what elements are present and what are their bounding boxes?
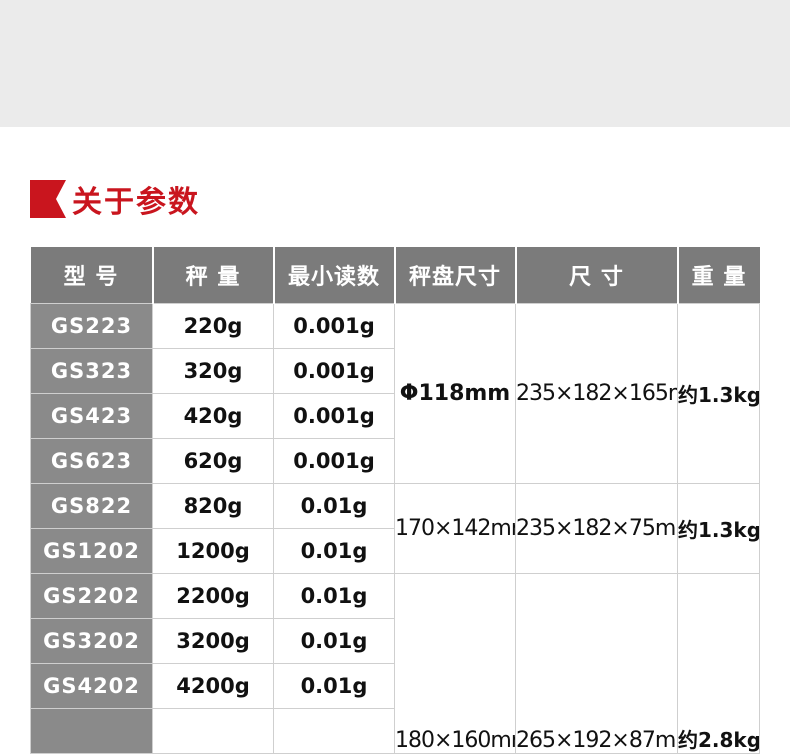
header-capacity: 秤 量 xyxy=(152,247,275,304)
table-row: GS2202 2200g 0.01g 180×160mm 265×192×87m… xyxy=(30,573,760,754)
pan-size-cell: 170×142mm xyxy=(394,483,516,574)
dimensions-cell: 235×182×165mm xyxy=(515,303,678,484)
readability-cell: 0.001g xyxy=(273,303,395,349)
red-flag-icon xyxy=(30,180,66,218)
readability-cell: 0.001g xyxy=(273,348,395,394)
capacity-cell xyxy=(152,708,274,754)
section-header: 关于参数 xyxy=(30,178,200,220)
pan-size-cell: 180×160mm xyxy=(394,573,516,754)
readability-cell: 0.01g xyxy=(273,528,395,574)
model-cell: GS822 xyxy=(30,483,153,529)
model-cell: GS323 xyxy=(30,348,153,394)
capacity-cell: 320g xyxy=(152,348,274,394)
header-model: 型 号 xyxy=(30,247,154,304)
model-cell: GS223 xyxy=(30,303,153,349)
weight-cell: 约1.3kg xyxy=(677,483,760,574)
table-row: GS223 220g 0.001g Φ118mm 235×182×165mm 约… xyxy=(30,303,760,484)
capacity-cell: 620g xyxy=(152,438,274,484)
capacity-cell: 420g xyxy=(152,393,274,439)
model-cell: GS1202 xyxy=(30,528,153,574)
dimensions-cell: 265×192×87mm xyxy=(515,573,678,754)
model-cell: GS423 xyxy=(30,393,153,439)
model-cell xyxy=(30,708,153,754)
weight-cell: 约1.3kg xyxy=(677,303,760,484)
model-cell: GS2202 xyxy=(30,573,153,619)
table-header-row: 型 号 秤 量 最小读数 秤盘尺寸 尺 寸 重 量 xyxy=(30,247,760,304)
spec-table: 型 号 秤 量 最小读数 秤盘尺寸 尺 寸 重 量 GS223 220g 0.0… xyxy=(30,247,760,754)
capacity-cell: 4200g xyxy=(152,663,274,709)
pan-size-cell: Φ118mm xyxy=(394,303,516,484)
readability-cell: 0.001g xyxy=(273,438,395,484)
section-title: 关于参数 xyxy=(72,185,200,220)
readability-cell xyxy=(273,708,395,754)
header-weight: 重 量 xyxy=(677,247,760,304)
capacity-cell: 220g xyxy=(152,303,274,349)
readability-cell: 0.01g xyxy=(273,663,395,709)
readability-cell: 0.01g xyxy=(273,573,395,619)
model-cell: GS3202 xyxy=(30,618,153,664)
dimensions-cell: 235×182×75mm xyxy=(515,483,678,574)
header-dimensions: 尺 寸 xyxy=(515,247,679,304)
capacity-cell: 2200g xyxy=(152,573,274,619)
header-readability: 最小读数 xyxy=(273,247,396,304)
readability-cell: 0.001g xyxy=(273,393,395,439)
top-gray-band xyxy=(0,0,790,127)
readability-cell: 0.01g xyxy=(273,483,395,529)
model-cell: GS623 xyxy=(30,438,153,484)
model-cell: GS4202 xyxy=(30,663,153,709)
header-pan-size: 秤盘尺寸 xyxy=(394,247,517,304)
table-row: GS822 820g 0.01g 170×142mm 235×182×75mm … xyxy=(30,483,760,574)
weight-cell: 约2.8kg xyxy=(677,573,760,754)
readability-cell: 0.01g xyxy=(273,618,395,664)
capacity-cell: 820g xyxy=(152,483,274,529)
capacity-cell: 3200g xyxy=(152,618,274,664)
capacity-cell: 1200g xyxy=(152,528,274,574)
